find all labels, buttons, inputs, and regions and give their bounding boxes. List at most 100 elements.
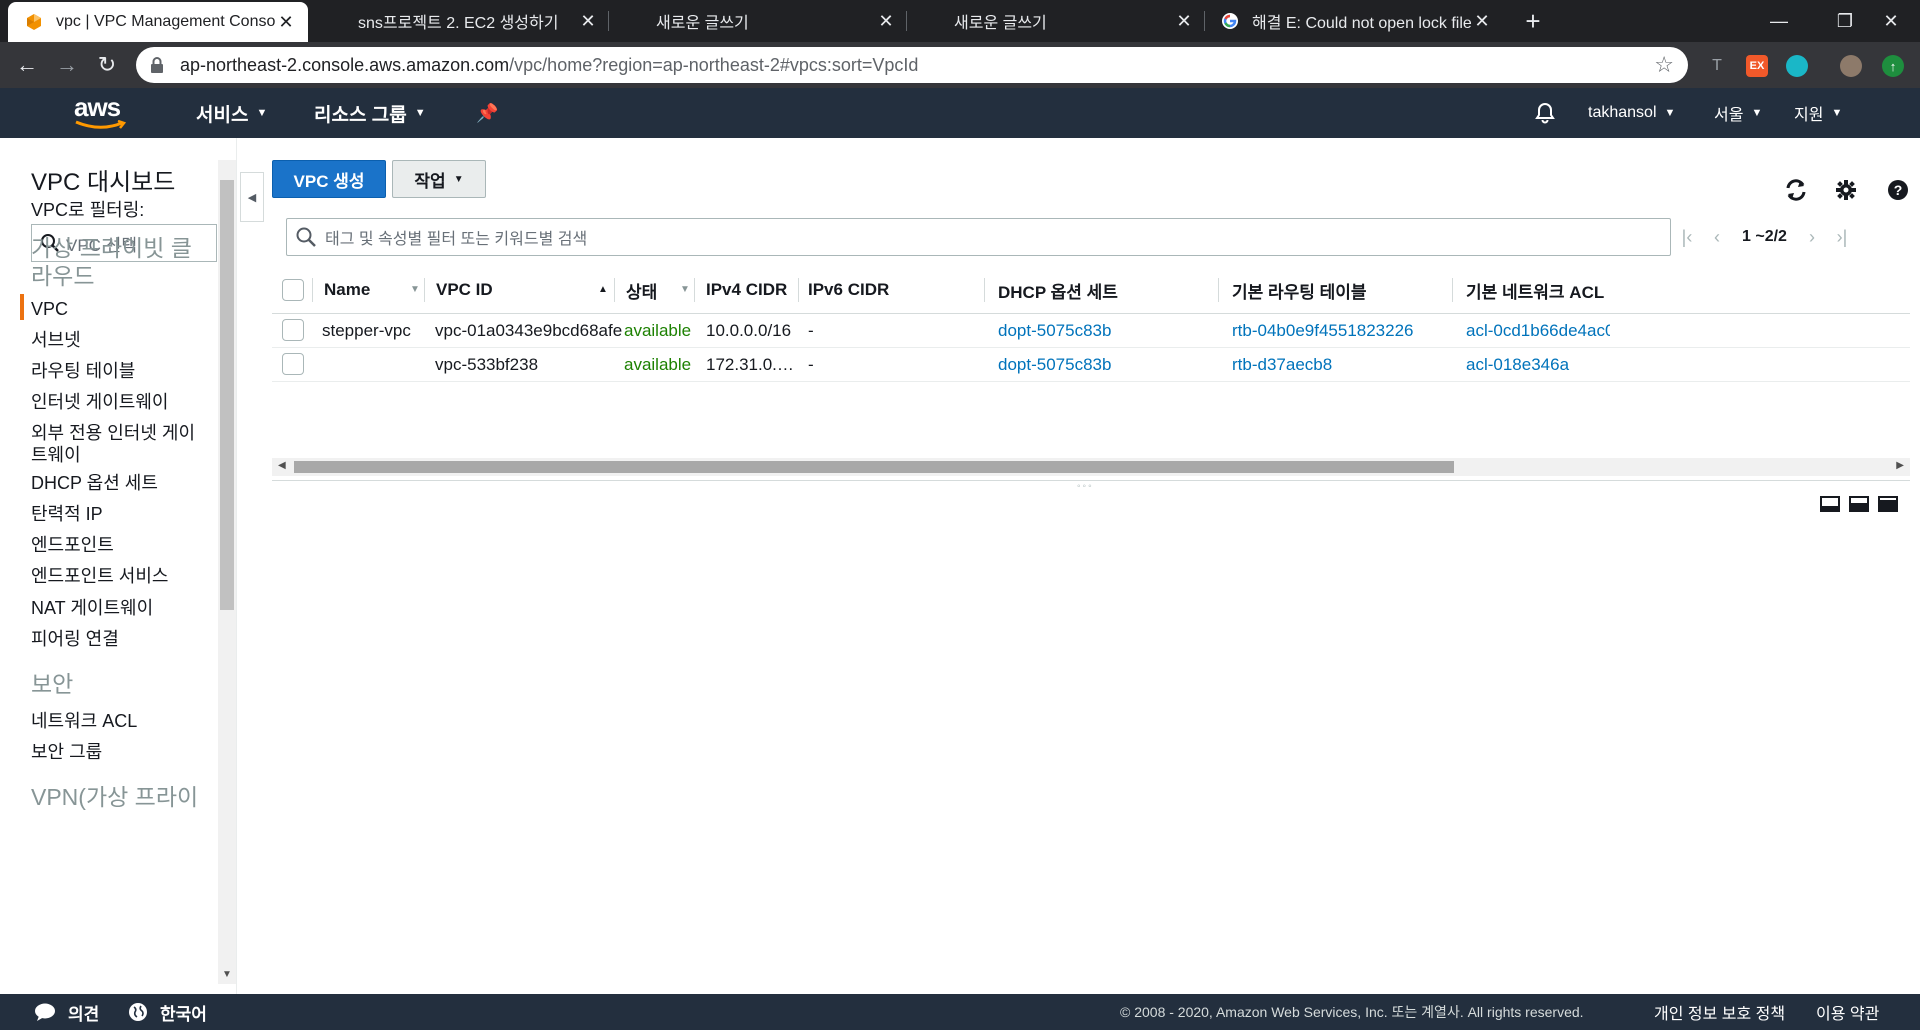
sort-ascending-icon[interactable]: ▲ bbox=[598, 284, 608, 295]
select-all-checkbox[interactable] bbox=[282, 279, 304, 301]
table-row[interactable]: vpc-533bf238 available 172.31.0.… - dopt… bbox=[272, 348, 1910, 382]
scroll-down-icon[interactable]: ▼ bbox=[222, 969, 232, 980]
tab-new-post-2[interactable]: 새로운 글쓰기 ✕ bbox=[906, 0, 1206, 42]
support-menu[interactable]: 지원 ▼ bbox=[1794, 88, 1842, 138]
collapse-sidebar-button[interactable]: ◀ bbox=[240, 172, 264, 222]
sort-icon[interactable]: ▼ bbox=[680, 284, 690, 295]
first-page-icon[interactable]: |‹ bbox=[1672, 227, 1702, 248]
lock-icon[interactable] bbox=[150, 57, 166, 73]
column-header-network-acl[interactable]: 기본 네트워크 ACL bbox=[1466, 266, 1604, 314]
minimize-icon[interactable]: — bbox=[1746, 0, 1812, 42]
sidebar-item-security-groups[interactable]: 보안 그룹 bbox=[31, 741, 211, 763]
aws-logo[interactable]: aws bbox=[74, 94, 130, 132]
settings-gear-icon[interactable] bbox=[1832, 176, 1860, 204]
cell-route-table-link[interactable]: rtb-d37aecb8 bbox=[1232, 348, 1332, 382]
sidebar-item-dhcp-options[interactable]: DHCP 옵션 세트 bbox=[31, 472, 211, 494]
bookmark-star-icon[interactable]: ☆ bbox=[1654, 52, 1674, 78]
sidebar-section-security: 보안 bbox=[31, 671, 74, 697]
cell-network-acl-link[interactable]: acl-0cd1b66de4ac07a9 bbox=[1466, 314, 1610, 348]
sidebar-item-internet-gateways[interactable]: 인터넷 게이트웨이 bbox=[31, 391, 211, 413]
back-icon[interactable]: ← bbox=[12, 50, 42, 80]
column-header-route-table[interactable]: 기본 라우팅 테이블 bbox=[1232, 266, 1367, 314]
scrollbar-thumb[interactable] bbox=[294, 461, 1454, 473]
sidebar-item-vpc[interactable]: VPC bbox=[31, 298, 211, 320]
sidebar-item-subnets[interactable]: 서브넷 bbox=[31, 329, 211, 351]
layout-bottom-large-icon[interactable] bbox=[1878, 496, 1898, 512]
column-divider bbox=[614, 278, 615, 302]
sidebar-scrollbar[interactable]: ▼ bbox=[218, 160, 236, 984]
prev-page-icon[interactable]: ‹ bbox=[1702, 227, 1732, 248]
table-row[interactable]: stepper-vpc vpc-01a0343e9bcd68afe availa… bbox=[272, 314, 1910, 348]
user-menu[interactable]: takhansol ▼ bbox=[1588, 88, 1675, 138]
sidebar-item-egress-only-gateways[interactable]: 외부 전용 인터넷 게이트웨이 bbox=[31, 422, 211, 466]
table-horizontal-scrollbar[interactable]: ◀ ▶ bbox=[272, 458, 1910, 476]
column-header-name[interactable]: Name bbox=[324, 266, 370, 314]
language-link[interactable]: 한국어 bbox=[128, 994, 207, 1030]
actions-button[interactable]: 작업 ▼ bbox=[392, 160, 486, 198]
cell-name[interactable]: stepper-vpc bbox=[322, 314, 411, 348]
pin-icon[interactable]: 📌 bbox=[476, 88, 498, 138]
resize-grip-icon[interactable]: ◦◦◦ bbox=[1077, 481, 1094, 492]
forward-icon[interactable]: → bbox=[52, 50, 82, 80]
ex-extension-icon[interactable]: EX bbox=[1746, 55, 1768, 77]
row-checkbox[interactable] bbox=[282, 353, 304, 375]
cell-dhcp-link[interactable]: dopt-5075c83b bbox=[998, 348, 1111, 382]
tab-vpc-console[interactable]: vpc | VPC Management Console ✕ bbox=[8, 2, 308, 42]
create-vpc-button[interactable]: VPC 생성 bbox=[272, 160, 386, 198]
tab-lock-file[interactable]: 해결 E: Could not open lock file ✕ bbox=[1204, 0, 1504, 42]
column-header-vpc-id[interactable]: VPC ID bbox=[436, 266, 493, 314]
region-menu[interactable]: 서울 ▼ bbox=[1714, 88, 1762, 138]
cell-dhcp-link[interactable]: dopt-5075c83b bbox=[998, 314, 1111, 348]
sidebar-item-route-tables[interactable]: 라우팅 테이블 bbox=[31, 360, 211, 382]
column-header-dhcp[interactable]: DHCP 옵션 세트 bbox=[998, 266, 1118, 314]
sidebar-item-nat-gateways[interactable]: NAT 게이트웨이 bbox=[31, 597, 211, 619]
scrollbar-thumb[interactable] bbox=[220, 180, 234, 610]
cell-network-acl-link[interactable]: acl-018e346a bbox=[1466, 348, 1610, 382]
url-text[interactable]: ap-northeast-2.console.aws.amazon.com/vp… bbox=[180, 55, 1654, 76]
next-page-icon[interactable]: › bbox=[1797, 227, 1827, 248]
privacy-policy-link[interactable]: 개인 정보 보호 정책 bbox=[1654, 994, 1785, 1030]
sidebar-item-endpoint-services[interactable]: 엔드포인트 서비스 bbox=[31, 565, 211, 587]
scroll-left-icon[interactable]: ◀ bbox=[278, 460, 286, 471]
sidebar-item-network-acls[interactable]: 네트워크 ACL bbox=[31, 710, 211, 732]
cell-state: available bbox=[624, 321, 692, 340]
translate-extension-icon[interactable]: T bbox=[1706, 55, 1728, 77]
tab-new-post-1[interactable]: 새로운 글쓰기 ✕ bbox=[608, 0, 908, 42]
extension-circle-icon[interactable] bbox=[1786, 55, 1808, 77]
terms-of-use-link[interactable]: 이용 약관 bbox=[1816, 994, 1879, 1030]
sidebar-title[interactable]: VPC 대시보드 bbox=[31, 162, 175, 197]
close-tab-icon[interactable]: ✕ bbox=[276, 12, 296, 33]
reload-icon[interactable]: ↻ bbox=[92, 50, 122, 80]
profile-avatar[interactable] bbox=[1840, 55, 1862, 77]
column-header-state[interactable]: 상태 bbox=[626, 266, 657, 314]
close-tab-icon[interactable]: ✕ bbox=[1472, 11, 1492, 32]
help-icon[interactable]: ? bbox=[1884, 176, 1912, 204]
last-page-icon[interactable]: ›| bbox=[1827, 227, 1857, 248]
sidebar-item-peering-connections[interactable]: 피어링 연결 bbox=[31, 628, 211, 650]
column-divider bbox=[798, 278, 799, 302]
refresh-icon[interactable] bbox=[1782, 176, 1810, 204]
address-bar[interactable]: ap-northeast-2.console.aws.amazon.com/vp… bbox=[136, 47, 1688, 83]
sidebar-item-endpoints[interactable]: 엔드포인트 bbox=[31, 534, 211, 556]
column-header-ipv4-cidr[interactable]: IPv4 CIDR bbox=[706, 266, 787, 314]
new-tab-icon[interactable]: + bbox=[1518, 6, 1548, 36]
close-tab-icon[interactable]: ✕ bbox=[876, 11, 896, 32]
services-menu[interactable]: 서비스 ▼ bbox=[196, 88, 267, 138]
resource-groups-menu[interactable]: 리소스 그룹 ▼ bbox=[314, 88, 426, 138]
close-tab-icon[interactable]: ✕ bbox=[1174, 11, 1194, 32]
sort-icon[interactable]: ▼ bbox=[410, 284, 420, 295]
tab-sns-project[interactable]: sns프로젝트 2. EC2 생성하기 ✕ bbox=[310, 0, 610, 42]
scroll-right-icon[interactable]: ▶ bbox=[1896, 460, 1904, 471]
table-search-input[interactable]: 태그 및 속성별 필터 또는 키워드별 검색 bbox=[286, 218, 1671, 256]
update-arrow-icon[interactable]: ↑ bbox=[1882, 55, 1904, 77]
column-header-ipv6-cidr[interactable]: IPv6 CIDR bbox=[808, 266, 889, 314]
layout-bottom-small-icon[interactable] bbox=[1820, 496, 1840, 512]
notifications-bell-icon[interactable] bbox=[1534, 88, 1556, 138]
feedback-link[interactable]: 의견 bbox=[34, 994, 99, 1030]
layout-bottom-medium-icon[interactable] bbox=[1849, 496, 1869, 512]
window-close-icon[interactable]: ✕ bbox=[1858, 0, 1920, 42]
close-tab-icon[interactable]: ✕ bbox=[578, 11, 598, 32]
row-checkbox[interactable] bbox=[282, 319, 304, 341]
cell-route-table-link[interactable]: rtb-04b0e9f4551823226 bbox=[1232, 314, 1414, 348]
sidebar-item-elastic-ips[interactable]: 탄력적 IP bbox=[31, 503, 211, 525]
